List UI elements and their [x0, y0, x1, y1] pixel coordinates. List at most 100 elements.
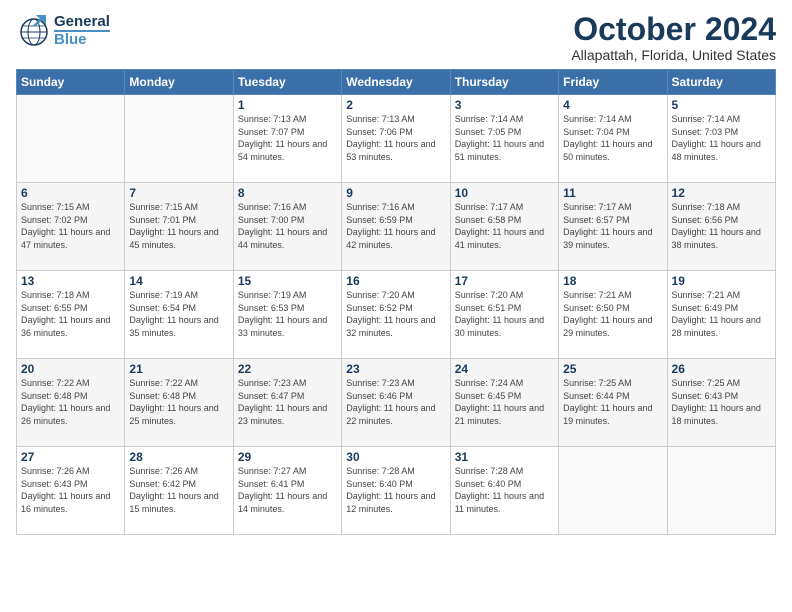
day-number: 31 — [455, 450, 554, 464]
day-info: Sunrise: 7:25 AMSunset: 6:43 PMDaylight:… — [672, 377, 771, 427]
day-info: Sunrise: 7:26 AMSunset: 6:43 PMDaylight:… — [21, 465, 120, 515]
day-info: Sunrise: 7:28 AMSunset: 6:40 PMDaylight:… — [346, 465, 445, 515]
day-cell — [17, 95, 125, 183]
page: General Blue October 2024 Allapattah, Fl… — [0, 0, 792, 612]
header: General Blue October 2024 Allapattah, Fl… — [16, 12, 776, 63]
day-number: 11 — [563, 186, 662, 200]
day-cell: 14Sunrise: 7:19 AMSunset: 6:54 PMDayligh… — [125, 271, 233, 359]
day-info: Sunrise: 7:25 AMSunset: 6:44 PMDaylight:… — [563, 377, 662, 427]
day-number: 24 — [455, 362, 554, 376]
day-info: Sunrise: 7:16 AMSunset: 7:00 PMDaylight:… — [238, 201, 337, 251]
day-info: Sunrise: 7:19 AMSunset: 6:54 PMDaylight:… — [129, 289, 228, 339]
day-cell: 29Sunrise: 7:27 AMSunset: 6:41 PMDayligh… — [233, 447, 341, 535]
day-number: 12 — [672, 186, 771, 200]
day-cell: 21Sunrise: 7:22 AMSunset: 6:48 PMDayligh… — [125, 359, 233, 447]
day-info: Sunrise: 7:27 AMSunset: 6:41 PMDaylight:… — [238, 465, 337, 515]
logo-icon — [16, 12, 52, 48]
day-info: Sunrise: 7:28 AMSunset: 6:40 PMDaylight:… — [455, 465, 554, 515]
day-number: 13 — [21, 274, 120, 288]
week-row-2: 6Sunrise: 7:15 AMSunset: 7:02 PMDaylight… — [17, 183, 776, 271]
day-info: Sunrise: 7:13 AMSunset: 7:06 PMDaylight:… — [346, 113, 445, 163]
month-title: October 2024 — [571, 12, 776, 47]
week-row-5: 27Sunrise: 7:26 AMSunset: 6:43 PMDayligh… — [17, 447, 776, 535]
day-info: Sunrise: 7:23 AMSunset: 6:47 PMDaylight:… — [238, 377, 337, 427]
header-cell-friday: Friday — [559, 70, 667, 95]
day-info: Sunrise: 7:19 AMSunset: 6:53 PMDaylight:… — [238, 289, 337, 339]
day-info: Sunrise: 7:18 AMSunset: 6:56 PMDaylight:… — [672, 201, 771, 251]
day-info: Sunrise: 7:23 AMSunset: 6:46 PMDaylight:… — [346, 377, 445, 427]
day-number: 4 — [563, 98, 662, 112]
day-number: 9 — [346, 186, 445, 200]
day-number: 16 — [346, 274, 445, 288]
day-cell: 16Sunrise: 7:20 AMSunset: 6:52 PMDayligh… — [342, 271, 450, 359]
day-info: Sunrise: 7:21 AMSunset: 6:49 PMDaylight:… — [672, 289, 771, 339]
day-number: 5 — [672, 98, 771, 112]
header-cell-monday: Monday — [125, 70, 233, 95]
day-cell — [125, 95, 233, 183]
day-cell: 3Sunrise: 7:14 AMSunset: 7:05 PMDaylight… — [450, 95, 558, 183]
day-info: Sunrise: 7:15 AMSunset: 7:01 PMDaylight:… — [129, 201, 228, 251]
day-info: Sunrise: 7:20 AMSunset: 6:52 PMDaylight:… — [346, 289, 445, 339]
day-info: Sunrise: 7:14 AMSunset: 7:04 PMDaylight:… — [563, 113, 662, 163]
day-info: Sunrise: 7:16 AMSunset: 6:59 PMDaylight:… — [346, 201, 445, 251]
header-cell-saturday: Saturday — [667, 70, 775, 95]
day-number: 8 — [238, 186, 337, 200]
logo-general: General — [54, 14, 110, 29]
day-info: Sunrise: 7:15 AMSunset: 7:02 PMDaylight:… — [21, 201, 120, 251]
day-cell — [667, 447, 775, 535]
day-info: Sunrise: 7:21 AMSunset: 6:50 PMDaylight:… — [563, 289, 662, 339]
day-cell: 15Sunrise: 7:19 AMSunset: 6:53 PMDayligh… — [233, 271, 341, 359]
calendar-header: SundayMondayTuesdayWednesdayThursdayFrid… — [17, 70, 776, 95]
day-number: 3 — [455, 98, 554, 112]
header-cell-wednesday: Wednesday — [342, 70, 450, 95]
day-cell: 22Sunrise: 7:23 AMSunset: 6:47 PMDayligh… — [233, 359, 341, 447]
day-number: 14 — [129, 274, 228, 288]
day-cell: 12Sunrise: 7:18 AMSunset: 6:56 PMDayligh… — [667, 183, 775, 271]
day-number: 6 — [21, 186, 120, 200]
day-number: 29 — [238, 450, 337, 464]
day-info: Sunrise: 7:13 AMSunset: 7:07 PMDaylight:… — [238, 113, 337, 163]
day-cell: 25Sunrise: 7:25 AMSunset: 6:44 PMDayligh… — [559, 359, 667, 447]
day-number: 19 — [672, 274, 771, 288]
week-row-3: 13Sunrise: 7:18 AMSunset: 6:55 PMDayligh… — [17, 271, 776, 359]
day-cell: 10Sunrise: 7:17 AMSunset: 6:58 PMDayligh… — [450, 183, 558, 271]
day-cell: 5Sunrise: 7:14 AMSunset: 7:03 PMDaylight… — [667, 95, 775, 183]
day-number: 7 — [129, 186, 228, 200]
day-cell: 18Sunrise: 7:21 AMSunset: 6:50 PMDayligh… — [559, 271, 667, 359]
day-number: 26 — [672, 362, 771, 376]
day-info: Sunrise: 7:24 AMSunset: 6:45 PMDaylight:… — [455, 377, 554, 427]
day-cell: 26Sunrise: 7:25 AMSunset: 6:43 PMDayligh… — [667, 359, 775, 447]
header-cell-sunday: Sunday — [17, 70, 125, 95]
day-cell: 1Sunrise: 7:13 AMSunset: 7:07 PMDaylight… — [233, 95, 341, 183]
day-info: Sunrise: 7:26 AMSunset: 6:42 PMDaylight:… — [129, 465, 228, 515]
header-cell-tuesday: Tuesday — [233, 70, 341, 95]
day-number: 21 — [129, 362, 228, 376]
day-info: Sunrise: 7:22 AMSunset: 6:48 PMDaylight:… — [129, 377, 228, 427]
day-cell: 27Sunrise: 7:26 AMSunset: 6:43 PMDayligh… — [17, 447, 125, 535]
day-info: Sunrise: 7:18 AMSunset: 6:55 PMDaylight:… — [21, 289, 120, 339]
day-number: 2 — [346, 98, 445, 112]
day-cell: 31Sunrise: 7:28 AMSunset: 6:40 PMDayligh… — [450, 447, 558, 535]
week-row-4: 20Sunrise: 7:22 AMSunset: 6:48 PMDayligh… — [17, 359, 776, 447]
day-cell: 9Sunrise: 7:16 AMSunset: 6:59 PMDaylight… — [342, 183, 450, 271]
day-number: 10 — [455, 186, 554, 200]
title-block: October 2024 Allapattah, Florida, United… — [571, 12, 776, 63]
calendar-body: 1Sunrise: 7:13 AMSunset: 7:07 PMDaylight… — [17, 95, 776, 535]
day-number: 25 — [563, 362, 662, 376]
day-cell: 6Sunrise: 7:15 AMSunset: 7:02 PMDaylight… — [17, 183, 125, 271]
day-cell — [559, 447, 667, 535]
day-cell: 2Sunrise: 7:13 AMSunset: 7:06 PMDaylight… — [342, 95, 450, 183]
day-info: Sunrise: 7:14 AMSunset: 7:05 PMDaylight:… — [455, 113, 554, 163]
day-info: Sunrise: 7:22 AMSunset: 6:48 PMDaylight:… — [21, 377, 120, 427]
logo-blue: Blue — [54, 32, 110, 47]
calendar-table: SundayMondayTuesdayWednesdayThursdayFrid… — [16, 69, 776, 535]
day-cell: 11Sunrise: 7:17 AMSunset: 6:57 PMDayligh… — [559, 183, 667, 271]
location: Allapattah, Florida, United States — [571, 47, 776, 63]
day-cell: 4Sunrise: 7:14 AMSunset: 7:04 PMDaylight… — [559, 95, 667, 183]
day-cell: 13Sunrise: 7:18 AMSunset: 6:55 PMDayligh… — [17, 271, 125, 359]
logo: General Blue — [16, 12, 110, 48]
day-cell: 19Sunrise: 7:21 AMSunset: 6:49 PMDayligh… — [667, 271, 775, 359]
day-cell: 7Sunrise: 7:15 AMSunset: 7:01 PMDaylight… — [125, 183, 233, 271]
day-cell: 30Sunrise: 7:28 AMSunset: 6:40 PMDayligh… — [342, 447, 450, 535]
day-number: 18 — [563, 274, 662, 288]
